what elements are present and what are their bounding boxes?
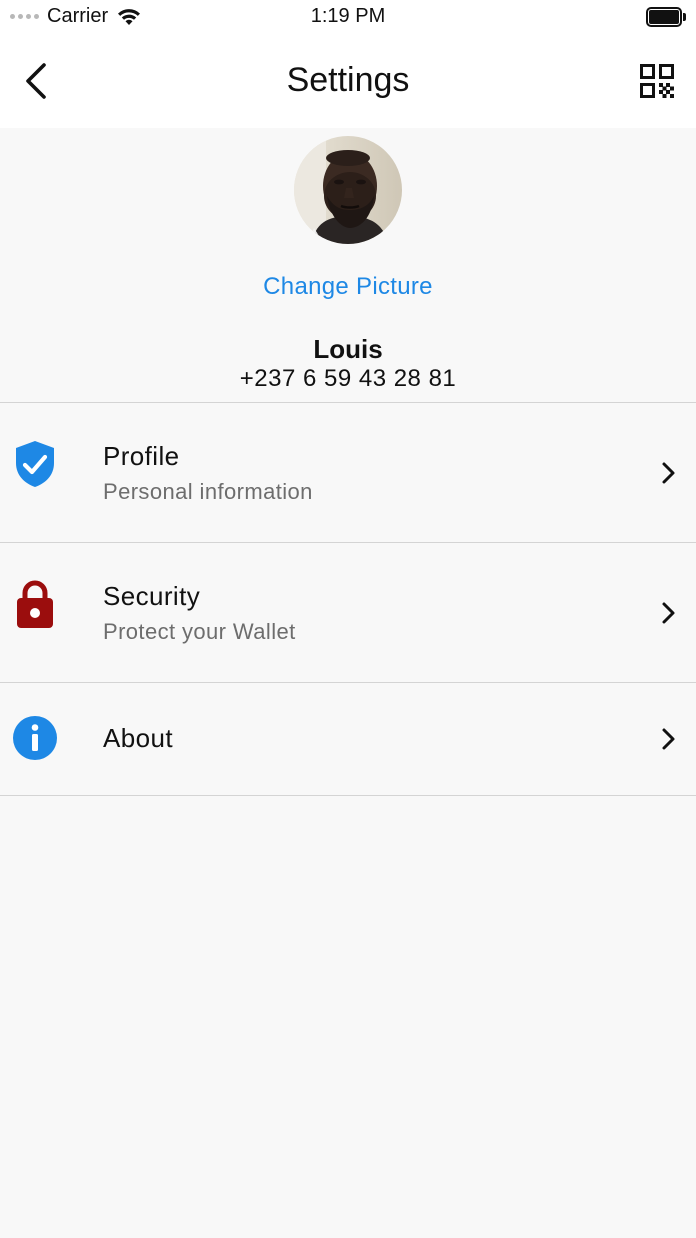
menu-item-security[interactable]: Security Protect your Wallet — [0, 543, 696, 682]
menu-item-title: Security — [103, 581, 201, 611]
info-icon — [12, 715, 58, 765]
menu-item-about[interactable]: About — [0, 683, 696, 795]
change-picture-link[interactable]: Change Picture — [0, 273, 696, 301]
lock-icon — [12, 579, 58, 629]
chevron-right-icon — [658, 727, 678, 751]
page-title: Settings — [286, 61, 410, 99]
shield-check-icon — [12, 439, 58, 489]
menu-item-subtitle: Personal information — [103, 479, 313, 504]
menu-item-profile[interactable]: Profile Personal information — [0, 403, 696, 542]
status-bar: Carrier 1:19 PM — [0, 0, 696, 34]
chevron-right-icon — [658, 461, 678, 485]
chevron-right-icon — [658, 601, 678, 625]
battery-icon — [646, 7, 686, 27]
profile-header: Change Picture Louis +237 6 59 43 28 81 — [0, 128, 696, 403]
qr-code-button[interactable] — [640, 64, 674, 98]
user-phone: +237 6 59 43 28 81 — [239, 365, 457, 392]
qr-code-icon — [640, 64, 674, 98]
navigation-bar: Settings — [0, 34, 696, 128]
menu-item-subtitle: Protect your Wallet — [103, 619, 296, 644]
status-time: 1:19 PM — [310, 5, 386, 27]
menu-item-title: About — [103, 723, 173, 753]
user-name: Louis — [313, 334, 383, 364]
avatar[interactable] — [294, 136, 402, 244]
divider — [0, 795, 696, 796]
menu-item-title: Profile — [103, 441, 180, 471]
